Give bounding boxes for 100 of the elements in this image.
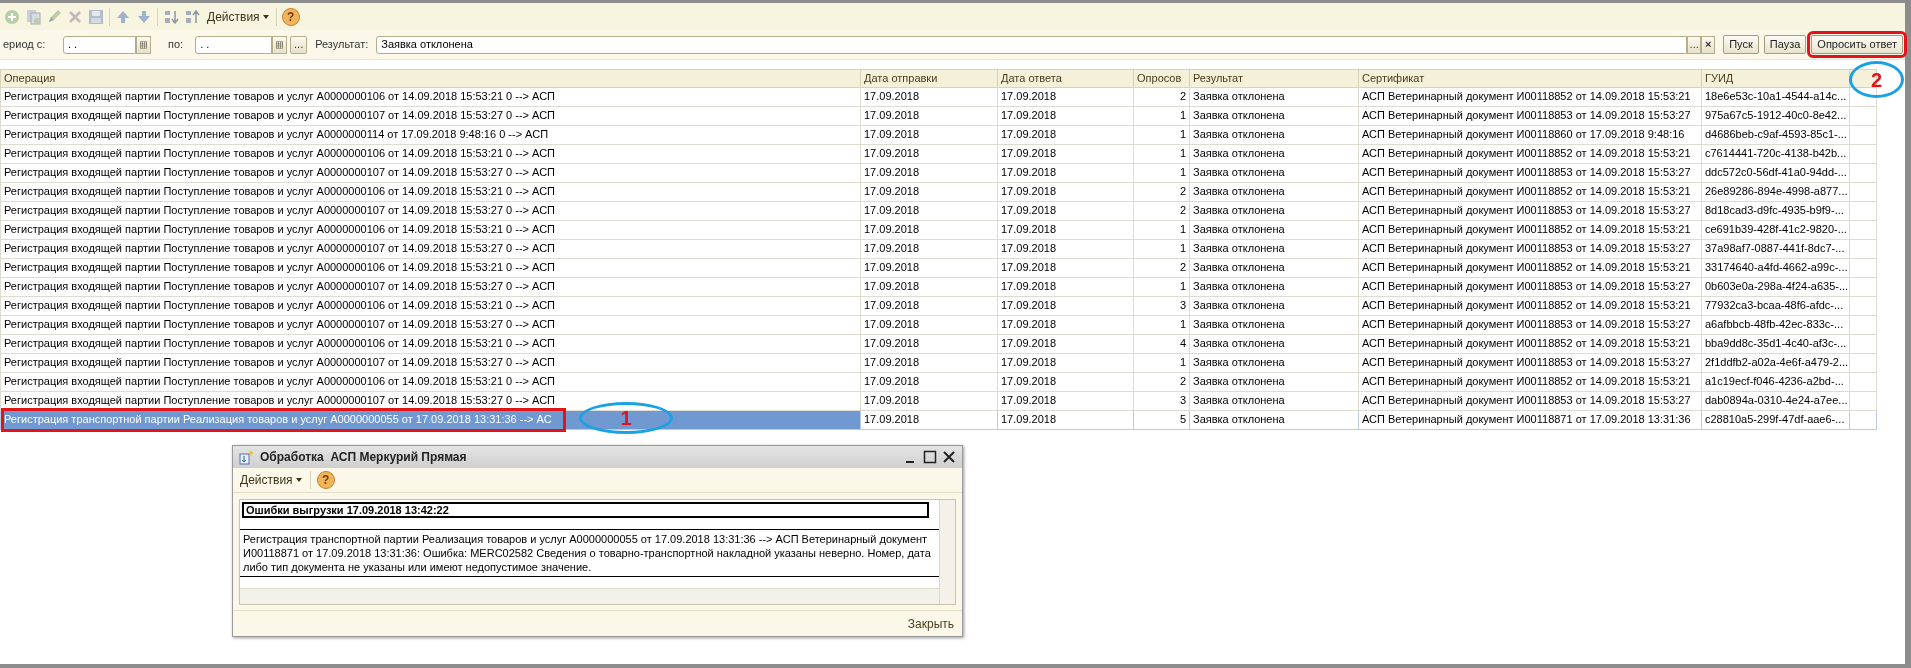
- maximize-icon[interactable]: [923, 450, 937, 464]
- close-button[interactable]: Закрыть: [907, 614, 954, 633]
- calendar-icon: [140, 39, 147, 50]
- column-header[interactable]: Операция: [0, 69, 861, 87]
- vertical-scrollbar[interactable]: [939, 500, 955, 604]
- table-cell: АСП Ветеринарный документ И00118871 от 17.09.2018 13:31:36: [1358, 410, 1702, 429]
- delete-icon[interactable]: [67, 8, 83, 25]
- table-cell: 975a67c5-1912-40c0-8e42...: [1701, 106, 1850, 125]
- table-cell: Регистрация входящей партии Поступление товаров и услуг А0000000107 от 14.09.2018 15:53:27 0 --> АСП: [0, 315, 861, 334]
- table-cell: c28810a5-299f-47df-aae6-...: [1701, 410, 1850, 429]
- table-cell: 18e6e53c-10a1-4544-a14c...: [1701, 87, 1850, 106]
- table-cell: 2: [1133, 258, 1190, 277]
- callout-marker: 1: [579, 402, 673, 434]
- column-header[interactable]: Дата ответа: [997, 69, 1134, 87]
- table-cell: 17.09.2018: [997, 353, 1134, 372]
- down-arrow-icon[interactable]: [136, 8, 152, 25]
- table-cell: 17.09.2018: [997, 163, 1134, 182]
- column-header[interactable]: ГУИД: [1701, 69, 1850, 87]
- table-cell: Регистрация входящей партии Поступление товаров и услуг А0000000107 от 14.09.2018 15:53:27 0 --> АСП: [0, 163, 861, 182]
- table-cell: Заявка отклонена: [1189, 372, 1359, 391]
- action-button[interactable]: Пауза: [1763, 35, 1807, 54]
- table-cell: АСП Ветеринарный документ И00118852 от 14.09.2018 15:53:21: [1358, 258, 1702, 277]
- table-cell: Регистрация входящей партии Поступление товаров и услуг А0000000106 от 14.09.2018 15:53:21 0 --> АСП: [0, 220, 861, 239]
- table-cell: Заявка отклонена: [1189, 106, 1359, 125]
- help-button[interactable]: ?: [281, 7, 300, 26]
- horizontal-scrollbar[interactable]: [240, 588, 939, 604]
- table-cell: Регистрация входящей партии Поступление товаров и услуг А0000000106 от 14.09.2018 15:53:21 0 --> АСП: [0, 258, 861, 277]
- table-cell: АСП Ветеринарный документ И00118853 от 14.09.2018 15:53:27: [1358, 353, 1702, 372]
- table-cell: АСП Ветеринарный документ И00118853 от 14.09.2018 15:53:27: [1358, 315, 1702, 334]
- table-cell: Заявка отклонена: [1189, 410, 1359, 429]
- actions-menu[interactable]: Действия: [205, 7, 271, 26]
- table-cell: 17.09.2018: [997, 296, 1134, 315]
- window-title: Обработка АСП Меркурий Прямая: [260, 449, 467, 466]
- table-cell: 17.09.2018: [860, 258, 998, 277]
- table-cell: 17.09.2018: [860, 410, 998, 429]
- table-cell: 3: [1133, 391, 1190, 410]
- column-header[interactable]: Сертификат: [1358, 69, 1702, 87]
- sort-ascending-icon[interactable]: [163, 8, 179, 25]
- table-cell: 17.09.2018: [997, 372, 1134, 391]
- table-cell: 2: [1133, 87, 1190, 106]
- pencil-icon[interactable]: [46, 8, 62, 25]
- table-cell: 17.09.2018: [860, 296, 998, 315]
- table-cell: Регистрация входящей партии Поступление товаров и услуг А0000000107 от 14.09.2018 15:53:27 0 --> АСП: [0, 201, 861, 220]
- copy-icon[interactable]: [25, 8, 41, 25]
- sort-descending-icon[interactable]: [184, 8, 200, 25]
- table-cell: 17.09.2018: [997, 87, 1134, 106]
- table-cell: 17.09.2018: [860, 182, 998, 201]
- result-field[interactable]: Заявка отклонена: [376, 35, 1688, 54]
- table-cell: 1: [1133, 144, 1190, 163]
- table-cell: Регистрация входящей партии Поступление товаров и услуг А0000000106 от 14.09.2018 15:53:21 0 --> АСП: [0, 372, 861, 391]
- clear-button[interactable]: ×: [1701, 35, 1716, 54]
- table-cell: АСП Ветеринарный документ И00118853 от 14.09.2018 15:53:27: [1358, 391, 1702, 410]
- table-cell: АСП Ветеринарный документ И00118853 от 14.09.2018 15:53:27: [1358, 106, 1702, 125]
- table-cell: 17.09.2018: [860, 391, 998, 410]
- table-cell: Заявка отклонена: [1189, 334, 1359, 353]
- date-field[interactable]: . .: [195, 35, 273, 54]
- table-cell: 17.09.2018: [860, 220, 998, 239]
- table-cell: 17.09.2018: [860, 372, 998, 391]
- table-cell: АСП Ветеринарный документ И00118852 от 14.09.2018 15:53:21: [1358, 296, 1702, 315]
- table-cell: Заявка отклонена: [1189, 220, 1359, 239]
- table-cell: 0b603e0a-298a-4f24-a635-...: [1701, 277, 1850, 296]
- table-cell: Регистрация входящей партии Поступление товаров и услуг А0000000107 от 14.09.2018 15:53:27 0 --> АСП: [0, 353, 861, 372]
- table-cell: АСП Ветеринарный документ И00118852 от 14.09.2018 15:53:21: [1358, 144, 1702, 163]
- calendar-button[interactable]: [272, 35, 288, 54]
- table-cell: Регистрация входящей партии Поступление товаров и услуг А0000000114 от 17.09.2018 9:48:16 0 --> АСП: [0, 125, 861, 144]
- date-field[interactable]: . .: [63, 35, 136, 54]
- table-cell: 17.09.2018: [997, 201, 1134, 220]
- select-button[interactable]: ...: [1687, 35, 1702, 54]
- window-icon: [239, 449, 255, 465]
- table-cell: 1: [1133, 163, 1190, 182]
- column-header[interactable]: Дата отправки: [860, 69, 998, 87]
- result-label: Результат:: [315, 37, 369, 53]
- actions-menu[interactable]: Действия: [238, 471, 304, 489]
- table-cell: Регистрация входящей партии Поступление товаров и услуг А0000000106 от 14.09.2018 15:53:21 0 --> АСП: [0, 296, 861, 315]
- table-cell: Регистрация входящей партии Поступление товаров и услуг А0000000107 от 14.09.2018 15:53:27 0 --> АСП: [0, 239, 861, 258]
- table-cell: d4686beb-c9af-4593-85c1-...: [1701, 125, 1850, 144]
- table-cell: 1: [1133, 277, 1190, 296]
- column-header[interactable]: Результат: [1189, 69, 1359, 87]
- table-cell: АСП Ветеринарный документ И00118852 от 14.09.2018 15:53:21: [1358, 372, 1702, 391]
- table-cell: Регистрация входящей партии Поступление товаров и услуг А0000000107 от 14.09.2018 15:53:27 0 --> АСП: [0, 106, 861, 125]
- close-icon[interactable]: [942, 450, 956, 464]
- table-cell: 17.09.2018: [860, 144, 998, 163]
- table-cell: 17.09.2018: [860, 163, 998, 182]
- table-cell: ce691b39-428f-41c2-9820-...: [1701, 220, 1850, 239]
- table-cell: 17.09.2018: [860, 353, 998, 372]
- help-button[interactable]: ?: [316, 471, 335, 489]
- table-cell: 17.09.2018: [997, 258, 1134, 277]
- column-header[interactable]: Опросов: [1133, 69, 1190, 87]
- save-icon[interactable]: [88, 8, 104, 25]
- table-cell: Регистрация входящей партии Поступление товаров и услуг А0000000107 от 14.09.2018 15:53:27 0 --> АСП: [0, 277, 861, 296]
- table-cell: 1: [1133, 125, 1190, 144]
- calendar-button[interactable]: [136, 35, 151, 54]
- table-cell: a6afbbcb-48fb-42ec-833c-...: [1701, 315, 1850, 334]
- add-icon[interactable]: [4, 8, 20, 25]
- action-button[interactable]: Пуск: [1723, 35, 1759, 54]
- table-cell: dab0894a-0310-4e24-a7ee...: [1701, 391, 1850, 410]
- select-button[interactable]: ...: [290, 35, 308, 54]
- table-cell: 17.09.2018: [860, 125, 998, 144]
- table-cell: bba9dd8c-35d1-4c40-af3c-...: [1701, 334, 1850, 353]
- table-cell: 1: [1133, 106, 1190, 125]
